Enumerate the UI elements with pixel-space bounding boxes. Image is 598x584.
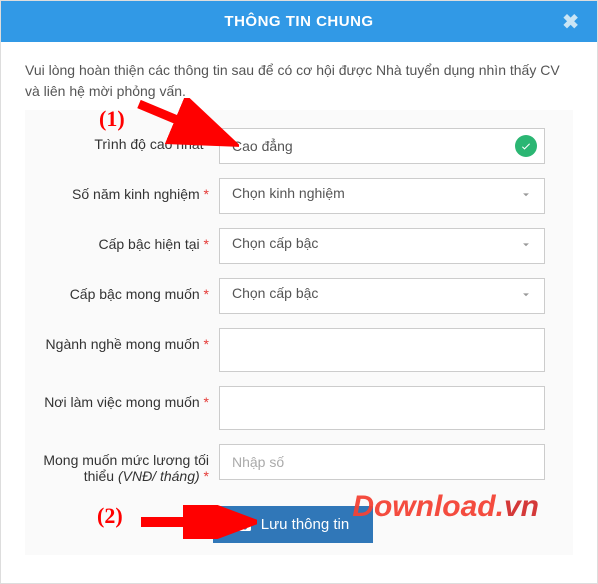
general-info-modal: THÔNG TIN CHUNG ✖ Vui lòng hoàn thiện cá… bbox=[0, 0, 598, 584]
check-icon bbox=[515, 135, 537, 157]
row-desired-location: Nơi làm việc mong muốn * bbox=[41, 386, 545, 430]
desired-level-select[interactable]: Chọn cấp bậc bbox=[219, 278, 545, 314]
min-salary-input[interactable] bbox=[219, 444, 545, 480]
close-icon[interactable]: ✖ bbox=[562, 9, 579, 34]
label-desired-level: Cấp bậc mong muốn * bbox=[41, 278, 219, 302]
row-current-level: Cấp bậc hiện tại * Chọn cấp bậc bbox=[41, 228, 545, 264]
button-row: (2) Lưu thông tin bbox=[41, 498, 545, 543]
modal-title: THÔNG TIN CHUNG bbox=[224, 13, 373, 30]
row-desired-industry: Ngành nghề mong muốn * bbox=[41, 328, 545, 372]
label-current-level: Cấp bậc hiện tại * bbox=[41, 228, 219, 252]
annotation-2: (2) bbox=[97, 503, 123, 529]
label-min-salary: Mong muốn mức lương tối thiểu (VNĐ/ thán… bbox=[41, 444, 219, 484]
label-highest-degree: Trình độ cao nhất* bbox=[41, 128, 219, 152]
row-desired-level: Cấp bậc mong muốn * Chọn cấp bậc bbox=[41, 278, 545, 314]
modal-body: Vui lòng hoàn thiện các thông tin sau để… bbox=[1, 42, 597, 583]
experience-select[interactable]: Chọn kinh nghiệm bbox=[219, 178, 545, 214]
desired-industry-input[interactable] bbox=[219, 328, 545, 372]
label-desired-industry: Ngành nghề mong muốn * bbox=[41, 328, 219, 352]
form-area: (1) Trình độ cao nhất* Số năm kinh nghiệ… bbox=[25, 110, 573, 555]
row-highest-degree: Trình độ cao nhất* bbox=[41, 128, 545, 164]
row-min-salary: Mong muốn mức lương tối thiểu (VNĐ/ thán… bbox=[41, 444, 545, 484]
save-button[interactable]: Lưu thông tin bbox=[213, 506, 373, 543]
save-button-label: Lưu thông tin bbox=[261, 516, 349, 533]
intro-text: Vui lòng hoàn thiện các thông tin sau để… bbox=[25, 60, 573, 102]
label-experience: Số năm kinh nghiệm * bbox=[41, 178, 219, 202]
desired-location-input[interactable] bbox=[219, 386, 545, 430]
modal-header: THÔNG TIN CHUNG ✖ bbox=[1, 1, 597, 42]
highest-degree-input[interactable] bbox=[219, 128, 545, 164]
save-icon bbox=[237, 517, 253, 533]
row-experience: Số năm kinh nghiệm * Chọn kinh nghiệm bbox=[41, 178, 545, 214]
current-level-select[interactable]: Chọn cấp bậc bbox=[219, 228, 545, 264]
label-desired-location: Nơi làm việc mong muốn * bbox=[41, 386, 219, 410]
